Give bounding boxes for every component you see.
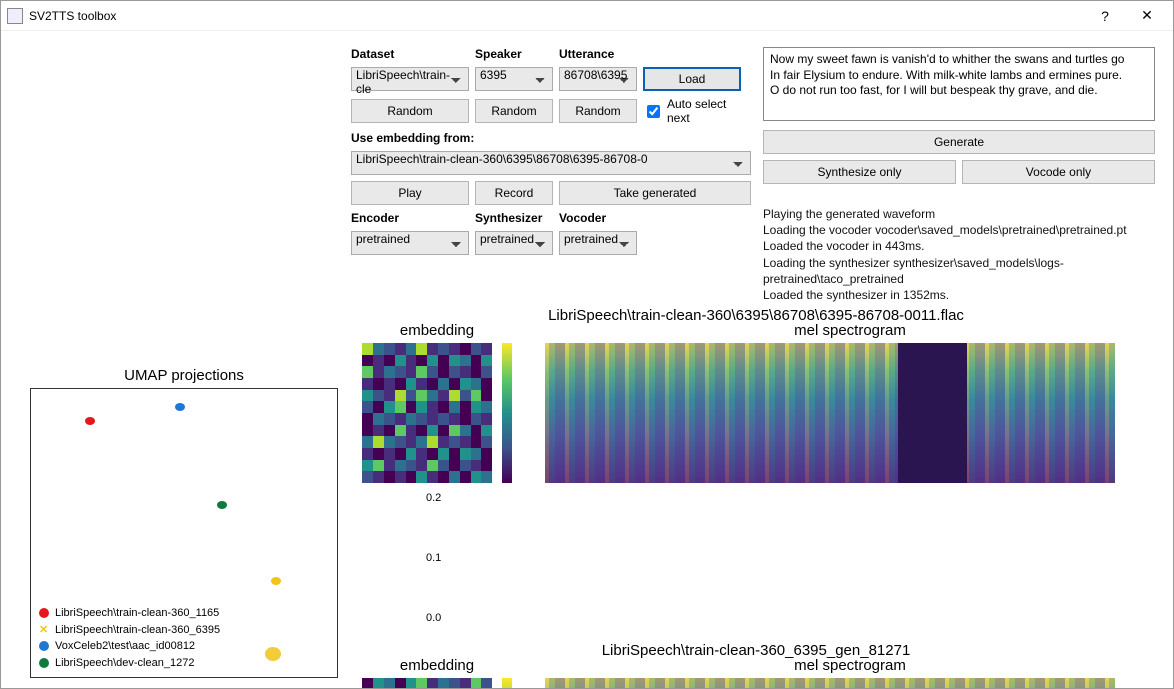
legend-marker: [39, 608, 49, 618]
speaker-label: Speaker: [475, 47, 553, 61]
embedding1-label: embedding: [357, 322, 517, 339]
speaker-select[interactable]: 6395: [475, 67, 553, 91]
vocoder-label: Vocoder: [559, 211, 637, 225]
dataset-select[interactable]: LibriSpeech\train-cle: [351, 67, 469, 91]
spectrogram1-label: mel spectrogram: [545, 322, 1155, 339]
legend-label: VoxCeleb2\test\aac_id00812: [55, 638, 195, 655]
auto-select-label: Auto select next: [667, 97, 741, 125]
legend-label: LibriSpeech\train-clean-360_6395: [55, 622, 220, 639]
embedding2-colorbar: [502, 678, 512, 689]
encoder-select[interactable]: pretrained: [351, 231, 469, 255]
legend-marker: [39, 641, 49, 651]
umap-plot: LibriSpeech\train-clean-360_1165 ✕ LibriSp…: [30, 388, 338, 678]
umap-title: UMAP projections: [19, 367, 349, 384]
window-title: SV2TTS toolbox: [29, 9, 116, 23]
log-output: Playing the generated waveform Loading t…: [763, 206, 1155, 303]
utterance-label: Utterance: [559, 47, 637, 61]
umap-panel: UMAP projections LibriSpeech\train-clean…: [19, 307, 349, 689]
controls-panel: Dataset Speaker Utterance LibriSpeech\tr…: [351, 47, 751, 303]
take-generated-button[interactable]: Take generated: [559, 181, 751, 205]
legend-marker: ✕: [39, 625, 49, 635]
generate-button[interactable]: Generate: [763, 130, 1155, 154]
legend-label: LibriSpeech\train-clean-360_1165: [55, 605, 219, 622]
umap-point: [265, 647, 281, 661]
plots-panel: LibriSpeech\train-clean-360\6395\86708\6…: [357, 307, 1155, 689]
encoder-label: Encoder: [351, 211, 469, 225]
embedding1-colorbar: [502, 343, 512, 483]
random-dataset-button[interactable]: Random: [351, 99, 469, 123]
embedding-from-label: Use embedding from:: [351, 131, 474, 145]
embedding-select[interactable]: LibriSpeech\train-clean-360\6395\86708\6…: [351, 151, 751, 175]
load-button[interactable]: Load: [643, 67, 741, 91]
right-panel: Now my sweet fawn is vanish'd to whither…: [763, 47, 1155, 303]
random-utterance-button[interactable]: Random: [559, 99, 637, 123]
app-window: SV2TTS toolbox ? ✕ Dataset Speaker Utter…: [0, 0, 1174, 689]
umap-point: [175, 403, 185, 411]
synthesize-only-button[interactable]: Synthesize only: [763, 160, 956, 184]
app-icon: [7, 8, 23, 24]
spectrogram2: [545, 678, 1115, 689]
embedding2-heatmap: [362, 678, 492, 689]
embedding1-cbar-ticks: 0.2 0.1 0.0: [426, 486, 452, 626]
play-button[interactable]: Play: [351, 181, 469, 205]
auto-select-checkbox[interactable]: [647, 105, 660, 118]
synthesizer-select[interactable]: pretrained: [475, 231, 553, 255]
spectrogram2-label: mel spectrogram: [545, 657, 1155, 674]
utterance-select[interactable]: 86708\6395: [559, 67, 637, 91]
vocode-only-button[interactable]: Vocode only: [962, 160, 1155, 184]
help-button[interactable]: ?: [1095, 8, 1115, 24]
legend-marker: [39, 658, 49, 668]
spectrogram1: [545, 343, 1115, 483]
embedding1-heatmap: [362, 343, 492, 483]
vocoder-select[interactable]: pretrained: [559, 231, 637, 255]
umap-point: [217, 501, 227, 509]
synthesizer-label: Synthesizer: [475, 211, 553, 225]
dataset-label: Dataset: [351, 47, 469, 61]
random-speaker-button[interactable]: Random: [475, 99, 553, 123]
umap-point: [85, 417, 95, 425]
close-button[interactable]: ✕: [1137, 7, 1157, 24]
umap-legend: LibriSpeech\train-clean-360_1165 ✕ LibriSp…: [35, 603, 224, 673]
titlebar: SV2TTS toolbox ? ✕: [1, 1, 1173, 31]
text-input[interactable]: Now my sweet fawn is vanish'd to whither…: [763, 47, 1155, 121]
umap-point: [271, 577, 281, 585]
record-button[interactable]: Record: [475, 181, 553, 205]
embedding2-label: embedding: [357, 657, 517, 674]
legend-label: LibriSpeech\dev-clean_1272: [55, 655, 194, 672]
